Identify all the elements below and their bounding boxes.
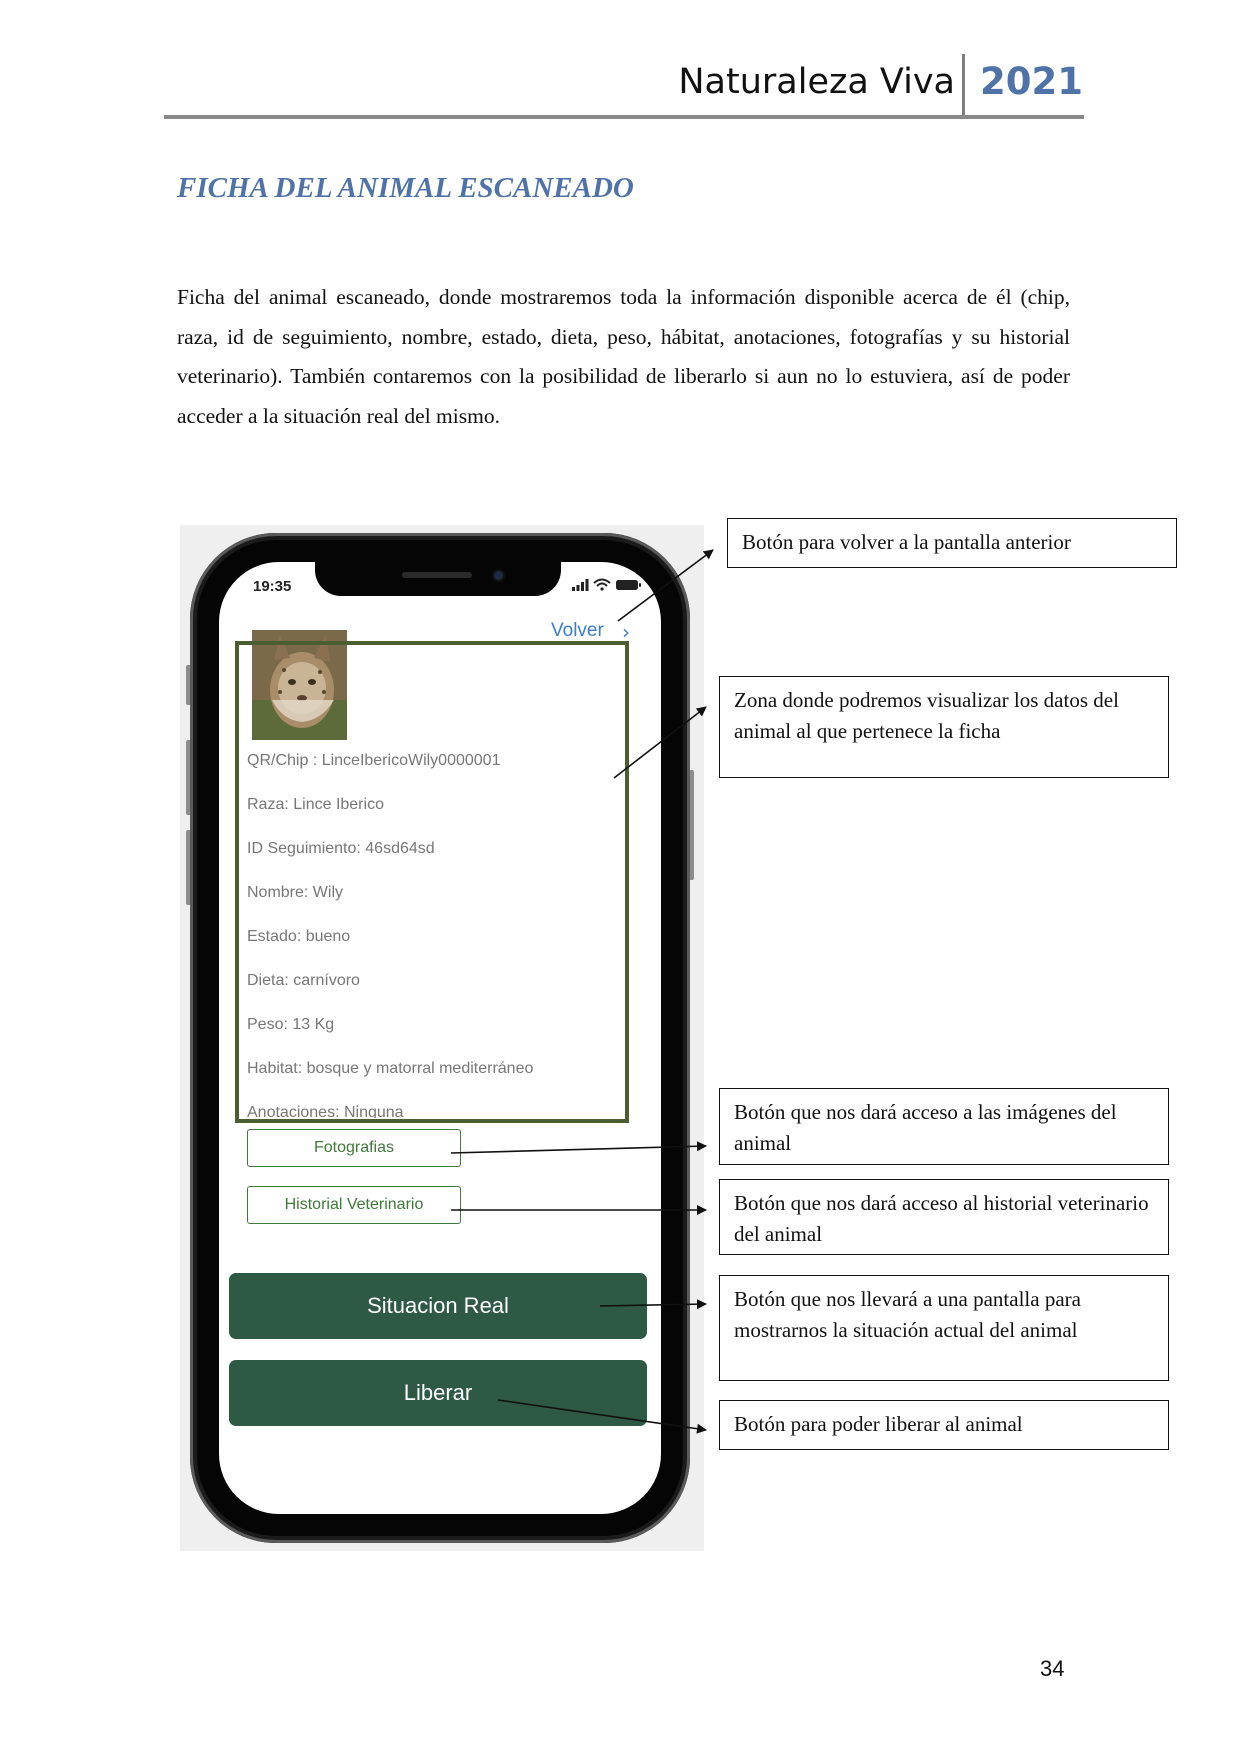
photos-button[interactable]: Fotografias	[247, 1129, 461, 1167]
page-number: 34	[1040, 1656, 1065, 1681]
callout-release: Botón para poder liberar al animal	[719, 1400, 1169, 1450]
field-status: Estado: bueno	[247, 928, 351, 945]
callout-photos: Botón que nos dará acceso a las imágenes…	[719, 1088, 1169, 1165]
field-tracking-id: ID Seguimiento: 46sd64sd	[247, 840, 435, 857]
callout-data-zone: Zona donde podremos visualizar los datos…	[719, 676, 1169, 778]
animal-fields: QR/Chip : LinceIbericoWily0000001 Raza: …	[219, 562, 661, 1118]
header-separator	[962, 54, 965, 116]
body-paragraph: Ficha del animal escaneado, donde mostra…	[177, 285, 1070, 428]
document-header-title: Naturaleza Viva	[678, 62, 955, 102]
phone-screen: 19:35 Volver › QR/Chip: LinceIbericoWil…	[219, 562, 661, 1514]
field-habitat: Habitat: bosque y matorral mediterráneo	[247, 1060, 534, 1077]
field-chip: QR/Chip : LinceIbericoWily0000001	[247, 752, 501, 769]
callout-real-situation: Botón que nos llevará a una pantalla par…	[719, 1275, 1169, 1381]
release-button[interactable]: Liberar	[229, 1360, 647, 1426]
document-header-year: 2021	[980, 60, 1083, 103]
callout-vet-history: Botón que nos dará acceso al historial v…	[719, 1179, 1169, 1255]
real-situation-button[interactable]: Situacion Real	[229, 1273, 647, 1339]
field-diet: Dieta: carnívoro	[247, 972, 360, 989]
vet-history-button[interactable]: Historial Veterinario	[247, 1186, 461, 1224]
field-weight: Peso: 13 Kg	[247, 1016, 335, 1033]
field-name: Nombre: Wily	[247, 884, 344, 901]
field-notes: Anotaciones: Ninguna	[247, 1104, 404, 1118]
field-breed: Raza: Lince Iberico	[247, 796, 384, 813]
section-heading: FICHA DEL ANIMAL ESCANEADO	[177, 172, 634, 204]
header-rule	[164, 115, 1084, 119]
callout-back: Botón para volver a la pantalla anterior	[727, 518, 1177, 568]
